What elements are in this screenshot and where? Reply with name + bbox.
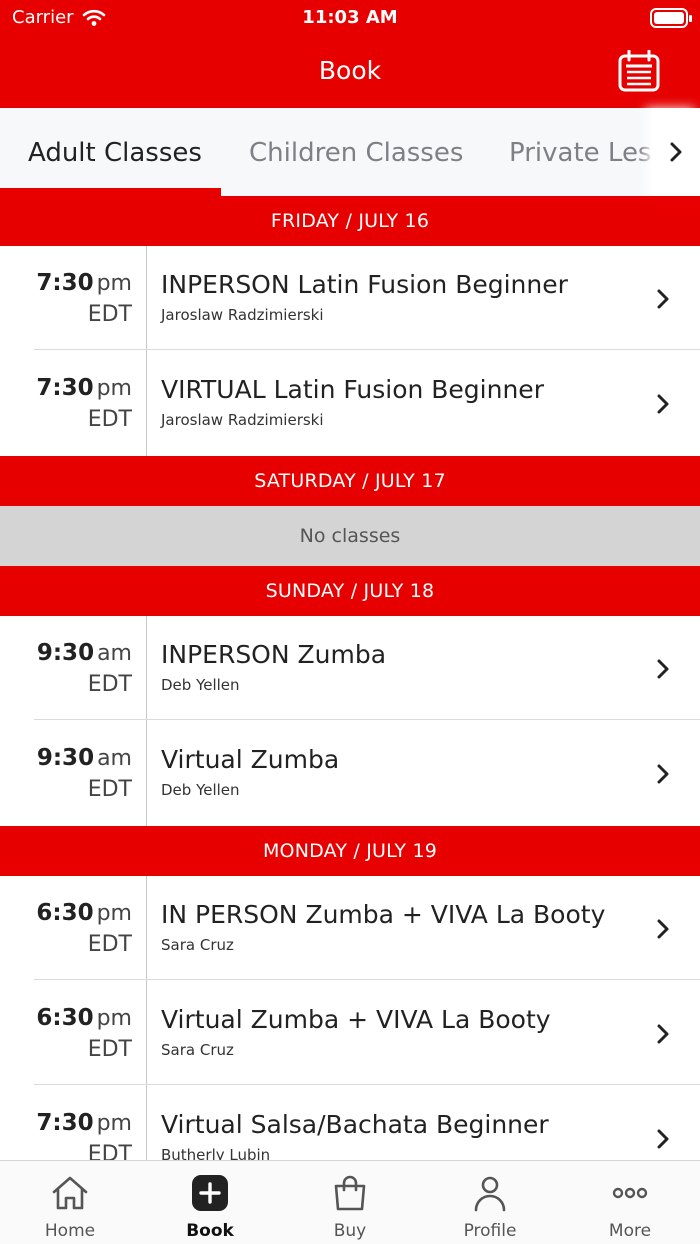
chevron-right-icon [657,919,669,939]
tabbar-book[interactable]: Book [140,1161,280,1244]
class-instructor: Deb Yellen [161,676,240,694]
day-header-monday: MONDAY / JULY 19 [0,826,700,876]
class-time: 6:30 pm [36,900,132,926]
class-timezone: EDT [87,777,132,802]
day-header-friday: FRIDAY / JULY 16 [0,196,700,246]
tab-adult-classes[interactable]: Adult Classes [28,108,202,196]
chevron-right-icon [657,289,669,309]
chevron-right-icon [657,1129,669,1149]
class-row[interactable]: 6:30 pm EDT IN PERSON Zumba + VIVA La Boo… [0,876,700,981]
more-dots-icon [612,1187,648,1199]
class-title: IN PERSON Zumba + VIVA La Booty [161,900,606,929]
class-row[interactable]: 9:30 am EDT INPERSON Zumba Deb Yellen [0,616,700,721]
day-header-sunday: SUNDAY / JULY 18 [0,566,700,616]
tabbar-more[interactable]: More [560,1161,700,1244]
tabbar-profile-label: Profile [463,1221,517,1241]
page-title: Book [318,56,382,85]
chevron-right-icon [657,1024,669,1044]
class-instructor: Sara Cruz [161,1041,234,1059]
tabbar-buy[interactable]: Buy [280,1161,420,1244]
class-time: 7:30 pm [36,375,132,401]
top-header: Carrier 11:03 AM Book [0,0,700,108]
tabbar-more-label: More [608,1221,652,1241]
active-tab-indicator [0,188,221,196]
class-time: 7:30 pm [36,270,132,296]
class-title: VIRTUAL Latin Fusion Beginner [161,375,544,404]
class-timezone: EDT [87,302,132,327]
tabbar-home[interactable]: Home [0,1161,140,1244]
class-category-tabs: Adult Classes Children Classes Private L… [0,108,700,196]
class-time: 9:30 am [36,640,132,666]
chevron-right-icon [657,659,669,679]
chevron-right-icon [657,764,669,784]
class-instructor: Jaroslaw Radzimierski [161,411,324,429]
class-title: INPERSON Latin Fusion Beginner [161,270,568,299]
chevron-right-icon [670,142,682,162]
class-time: 7:30 pm [36,1110,132,1136]
class-row[interactable]: 6:30 pm EDT Virtual Zumba + VIVA La Booty… [0,981,700,1086]
person-icon [474,1176,506,1212]
tabs-scroll-right-button[interactable] [652,108,700,196]
class-instructor: Deb Yellen [161,781,240,799]
home-icon [52,1176,88,1210]
class-title: Virtual Zumba [161,745,340,774]
plus-square-icon [192,1175,228,1211]
class-timezone: EDT [87,407,132,432]
class-title: INPERSON Zumba [161,640,387,669]
class-row[interactable]: 7:30 pm EDT VIRTUAL Latin Fusion Beginner… [0,351,700,456]
class-row[interactable]: 9:30 am EDT Virtual Zumba Deb Yellen [0,721,700,826]
day-header-saturday: SATURDAY / JULY 17 [0,456,700,506]
class-timezone: EDT [87,672,132,697]
battery-icon [650,8,692,28]
tabbar-profile[interactable]: Profile [420,1161,560,1244]
class-title: Virtual Zumba + VIVA La Booty [161,1005,551,1034]
class-instructor: Sara Cruz [161,936,234,954]
status-bar: Carrier 11:03 AM [0,0,700,36]
tabbar-home-label: Home [44,1221,96,1241]
calendar-icon[interactable] [618,50,660,92]
no-classes-message: No classes [0,506,700,566]
class-instructor: Jaroslaw Radzimierski [161,306,324,324]
tab-children-classes[interactable]: Children Classes [249,108,463,196]
shopping-bag-icon [334,1175,366,1211]
tabbar-buy-label: Buy [333,1221,367,1241]
chevron-right-icon [657,394,669,414]
tabbar-book-label: Book [186,1221,234,1241]
bottom-tab-bar: Home Book Buy Profile More [0,1160,700,1244]
class-row[interactable]: 7:30 pm EDT INPERSON Latin Fusion Beginne… [0,246,700,351]
class-timezone: EDT [87,1037,132,1062]
class-timezone: EDT [87,932,132,957]
class-title: Virtual Salsa/Bachata Beginner [161,1110,549,1139]
status-time: 11:03 AM [302,7,398,28]
class-time: 6:30 pm [36,1005,132,1031]
class-time: 9:30 am [36,745,132,771]
